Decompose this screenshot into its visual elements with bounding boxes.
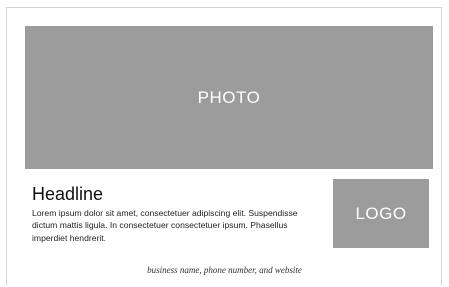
footer-contact-line: business name, phone number, and website [147,265,302,275]
photo-placeholder-label: PHOTO [197,87,261,107]
logo-placeholder: LOGO [333,179,429,248]
logo-placeholder-label: LOGO [355,203,407,223]
headline: Headline [32,184,104,204]
body-copy: Lorem ipsum dolor sit amet, consectetuer… [32,208,298,243]
photo-placeholder: PHOTO [25,26,433,169]
